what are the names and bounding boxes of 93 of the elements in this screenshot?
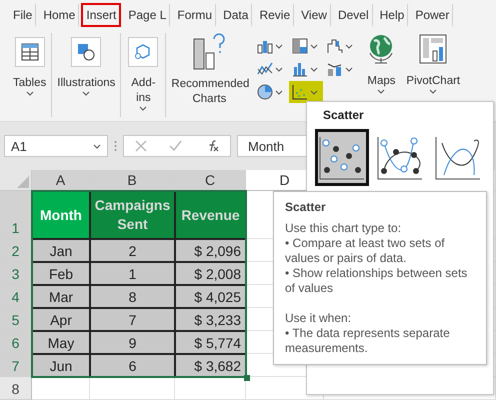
row-header[interactable]: 8 — [0, 377, 32, 400]
check-icon[interactable] — [169, 140, 182, 152]
row-header[interactable]: 7 — [0, 354, 32, 377]
ribbon-tab[interactable]: File — [8, 2, 36, 26]
ribbon-tab[interactable]: Home — [38, 2, 80, 26]
tables-button[interactable] — [14, 37, 45, 67]
table-cell: 8 — [90, 285, 175, 308]
pie-chart-icon — [257, 84, 274, 100]
table-cell: 6 — [90, 354, 175, 377]
caret-icon — [429, 89, 438, 94]
column-header[interactable]: C — [175, 170, 246, 191]
smooth-line-markers-icon — [376, 134, 424, 180]
ribbon-tab[interactable]: Power — [410, 2, 454, 26]
row-header[interactable]: 6 — [0, 331, 32, 354]
table-cell: 1 — [90, 262, 175, 285]
caret-icon — [275, 44, 284, 48]
ribbon-tab[interactable]: Revie — [254, 2, 294, 26]
addins-button[interactable] — [128, 37, 158, 67]
menu-title: Scatter — [323, 108, 365, 122]
ribbon-tab[interactable]: Data — [218, 2, 252, 26]
table-cell: 9 — [90, 331, 175, 354]
recommended-charts-icon — [192, 33, 226, 71]
row-header[interactable]: 3 — [0, 262, 32, 285]
caret-icon — [26, 91, 34, 96]
chart-type-button[interactable] — [289, 81, 324, 103]
group-label: Recommended Charts — [171, 77, 248, 107]
grip-icon — [114, 140, 117, 152]
treemap-chart-icon — [292, 38, 308, 54]
table-cell: Jan — [32, 239, 90, 262]
header-cell: Campaigns Sent — [90, 191, 175, 239]
smooth-line-icon — [434, 134, 482, 180]
tooltip-title: Scatter — [285, 200, 327, 215]
caret-icon — [139, 106, 148, 111]
column-chart-icon — [257, 38, 274, 54]
caret-icon — [275, 66, 284, 72]
row-header[interactable]: 1 — [0, 191, 32, 239]
ribbon-tab[interactable]: Devel — [332, 2, 373, 26]
ribbon-tab[interactable]: Page L — [123, 2, 170, 26]
fill-handle[interactable] — [244, 375, 250, 381]
table-cell: $ 4,025 — [175, 285, 246, 308]
combo-chart-icon — [327, 61, 344, 77]
group-label: Add-ins — [130, 76, 157, 106]
group-label: Maps — [367, 74, 396, 89]
caret-icon — [345, 66, 354, 72]
table-cell: $ 5,774 — [175, 331, 246, 354]
group-label: Illustrations — [57, 76, 116, 91]
caret-icon — [310, 66, 318, 72]
table-cell: May — [32, 331, 90, 354]
ribbon-tab[interactable]: Formu — [172, 2, 216, 26]
header-cell: Revenue — [175, 191, 246, 239]
group-label: Tables — [13, 76, 46, 91]
table-cell: Mar — [32, 285, 90, 308]
ribbon-tab[interactable]: Insert — [81, 2, 122, 26]
column-header[interactable]: A — [32, 170, 90, 191]
pivot-chart-icon — [418, 33, 448, 65]
caret-icon — [310, 90, 318, 94]
row-header[interactable]: 4 — [0, 285, 32, 308]
tooltip-text: Use this chart type to: • Compare at least two sets of values or pairs of data. • Show relationships between sets of values — [285, 221, 468, 296]
histogram-icon — [292, 61, 308, 77]
ribbon-tab[interactable]: View — [296, 2, 331, 26]
chart-option[interactable] — [315, 129, 369, 186]
name-box[interactable]: A1 — [4, 135, 108, 157]
table-cell: Feb — [32, 262, 90, 285]
row-header[interactable]: 2 — [0, 239, 32, 262]
header-cell: Month — [32, 191, 90, 239]
caret-icon — [377, 89, 386, 94]
scatter-markers-icon — [318, 134, 366, 180]
caret-icon — [275, 90, 284, 94]
empty-cell[interactable] — [90, 377, 175, 400]
shapes-icon — [77, 43, 96, 61]
row-header[interactable]: 5 — [0, 308, 32, 331]
caret-icon — [93, 144, 101, 148]
table-cell: $ 2,008 — [175, 262, 246, 285]
line-chart-icon — [257, 61, 274, 77]
waterfall-chart-icon — [327, 38, 344, 54]
tooltip-text: Use it when: • The data represents separate measurements. — [285, 311, 451, 356]
table-cell: $ 3,682 — [175, 354, 246, 377]
table-cell: Jun — [32, 354, 90, 377]
table-cell: 7 — [90, 308, 175, 331]
column-header[interactable]: B — [90, 170, 175, 191]
scatter-chart-icon — [292, 84, 308, 100]
group-label: PivotChart — [406, 74, 460, 89]
table-cell: $ 2,096 — [175, 239, 246, 262]
caret-icon — [345, 44, 354, 48]
illustrations-button[interactable] — [71, 37, 102, 67]
hexagon-icon — [134, 43, 152, 61]
table-icon — [20, 43, 39, 61]
ribbon-tab[interactable]: Help — [374, 2, 408, 26]
table-cell: 2 — [90, 239, 175, 262]
table-cell: Apr — [32, 308, 90, 331]
caret-icon — [82, 91, 90, 96]
caret-icon — [310, 44, 318, 48]
table-cell: $ 3,233 — [175, 308, 246, 331]
